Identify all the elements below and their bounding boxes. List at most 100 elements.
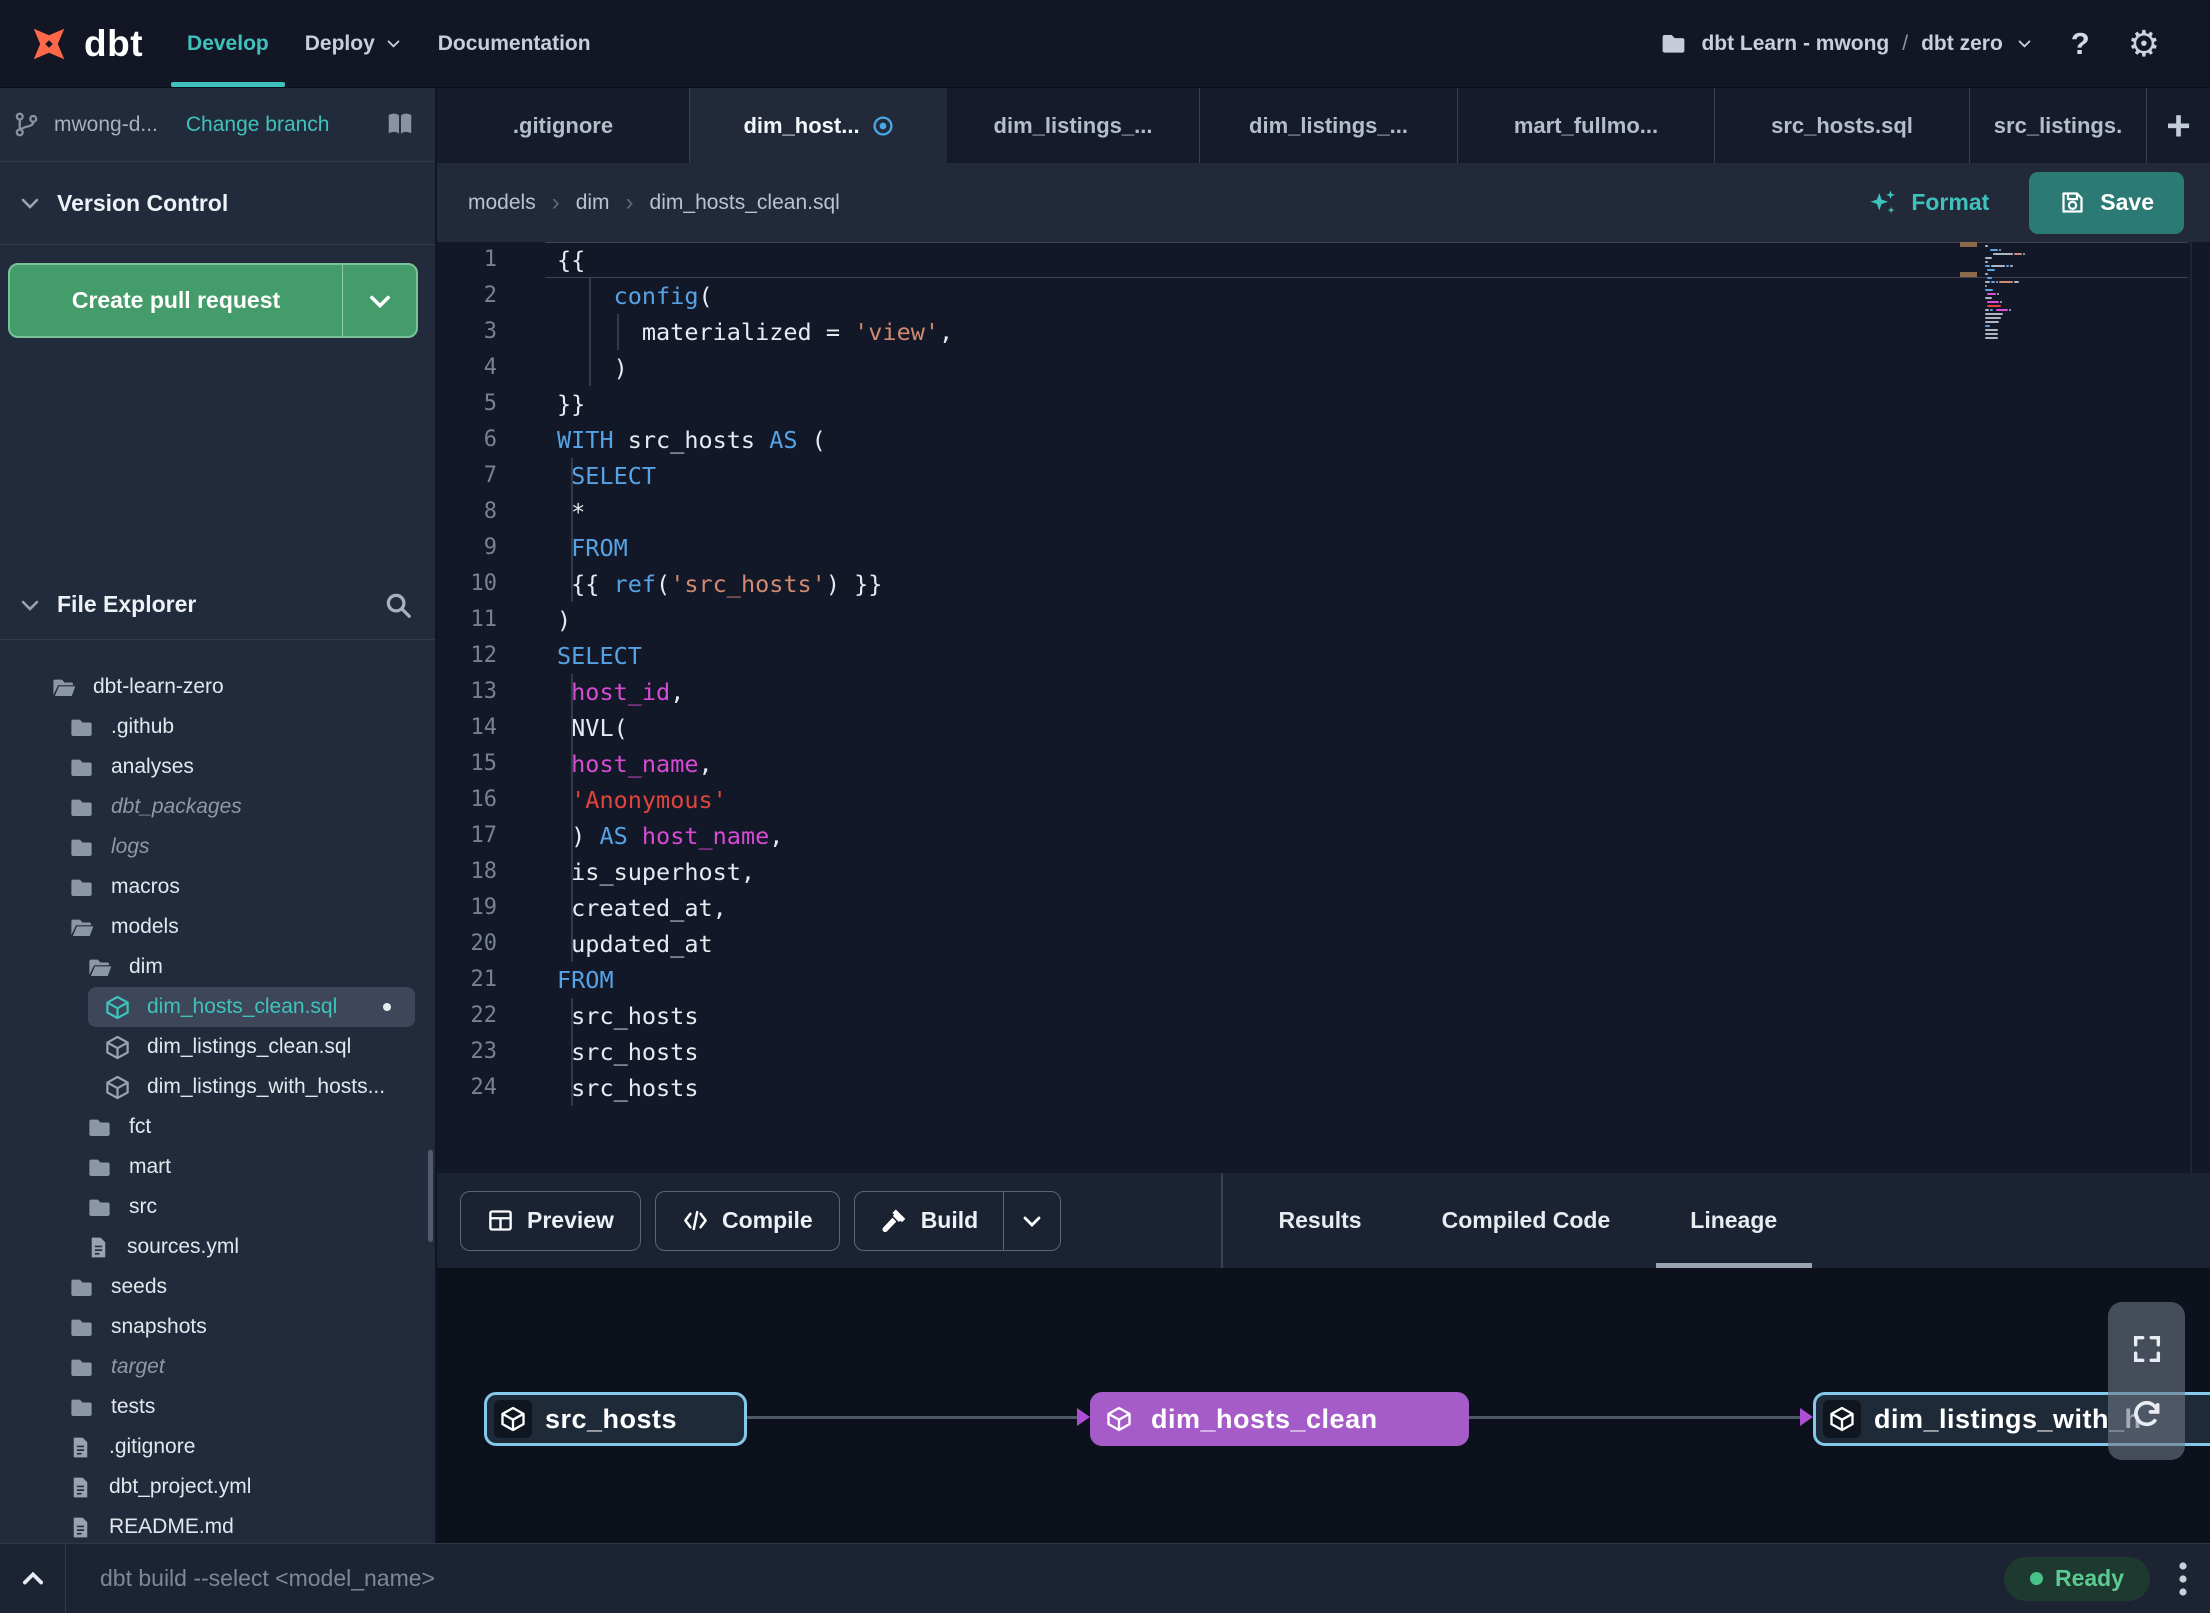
code-editor[interactable]: 1{{2 config(3 materialized = 'view', 4 ) 5… [437, 242, 2210, 1173]
code-line-18[interactable]: 18 is_superhost, [437, 854, 2210, 890]
pull-request-dropdown-toggle[interactable] [342, 265, 416, 336]
create-pull-request-button[interactable]: Create pull request [8, 263, 418, 338]
lineage-canvas[interactable]: src_hosts dim_hosts_clean dim_listings_w… [437, 1268, 2210, 1543]
tab-mart-fullmo[interactable]: mart_fullmo... [1458, 88, 1715, 163]
new-tab-button[interactable]: + [2147, 88, 2210, 163]
file-tree-item-dim-listings-clean-sql[interactable]: dim_listings_clean.sql [0, 1027, 435, 1067]
code-line-20[interactable]: 20 updated_at [437, 926, 2210, 962]
file-tree-item-github[interactable]: .github [0, 707, 435, 747]
sidebar-scrollbar[interactable] [428, 1150, 433, 1242]
file-tree-item-mart[interactable]: mart [0, 1147, 435, 1187]
file-tree-item-analyses[interactable]: analyses [0, 747, 435, 787]
file-tree-item-dbt-packages[interactable]: dbt_packages [0, 787, 435, 827]
change-branch-link[interactable]: Change branch [186, 113, 330, 137]
preview-button[interactable]: Preview [460, 1190, 641, 1251]
editor-scrollbar[interactable] [2190, 242, 2192, 1173]
build-button[interactable]: Build [853, 1190, 1062, 1251]
code-line-13[interactable]: 13 host_id, [437, 674, 2210, 710]
code-line-8[interactable]: 8 * [437, 494, 2210, 530]
code-line-10[interactable]: 10 {{ ref('src_hosts') }} [437, 566, 2210, 602]
line-number: 12 [470, 643, 498, 668]
file-tree-item-snapshots[interactable]: snapshots [0, 1307, 435, 1347]
file-tree-item-dbt-project-yml[interactable]: dbt_project.yml [0, 1467, 435, 1507]
tab-dim-listings[interactable]: dim_listings_... [1200, 88, 1458, 163]
code-line-2[interactable]: 2 config( [437, 278, 2210, 314]
panel-tab-results[interactable]: Results [1279, 1173, 1362, 1268]
code-line-16[interactable]: 16 'Anonymous' [437, 782, 2210, 818]
file-tree-item-logs[interactable]: logs [0, 827, 435, 867]
lineage-node-dim-hosts-clean[interactable]: dim_hosts_clean [1090, 1392, 1469, 1446]
tab-dim-host[interactable]: dim_host... [690, 88, 947, 163]
file-tree-item-sources-yml[interactable]: sources.yml [0, 1227, 435, 1267]
panel-tab-lineage[interactable]: Lineage [1690, 1173, 1777, 1268]
lineage-node-src-hosts[interactable]: src_hosts [484, 1392, 747, 1446]
code-line-4[interactable]: 4 ) [437, 350, 2210, 386]
command-input[interactable]: dbt build --select <model_name> [100, 1565, 435, 1592]
code-line-7[interactable]: 7 SELECT [437, 458, 2210, 494]
panel-tab-compiled-code[interactable]: Compiled Code [1442, 1173, 1611, 1268]
code-text: }} [557, 390, 586, 418]
file-tree-item-models[interactable]: models [0, 907, 435, 947]
file-tree-item-src[interactable]: src [0, 1187, 435, 1227]
code-line-6[interactable]: 6 WITH src_hosts AS ( [437, 422, 2210, 458]
folder-icon [68, 834, 95, 861]
file-tree-item-seeds[interactable]: seeds [0, 1267, 435, 1307]
code-line-9[interactable]: 9 FROM [437, 530, 2210, 566]
file-tree-item-dbt-learn-zero[interactable]: dbt-learn-zero [0, 667, 435, 707]
build-dropdown-toggle[interactable] [1003, 1191, 1060, 1250]
line-number: 2 [483, 283, 497, 308]
project-picker[interactable]: dbt Learn - mwong / dbt zero [1659, 29, 2032, 58]
indent-guide [571, 998, 573, 1106]
code-line-3[interactable]: 3 materialized = 'view', [437, 314, 2210, 350]
format-button[interactable]: Format [1868, 188, 1989, 218]
file-explorer-header[interactable]: File Explorer [0, 570, 435, 640]
refresh-icon[interactable] [2130, 1397, 2164, 1431]
code-line-12[interactable]: 12 SELECT [437, 638, 2210, 674]
kebab-menu-icon[interactable] [2176, 1559, 2190, 1599]
gear-icon[interactable]: ⚙ [2128, 25, 2160, 62]
minimap[interactable] [1985, 244, 2049, 340]
nav-item-documentation[interactable]: Documentation [438, 0, 591, 87]
minimap-change-marker [1960, 272, 1977, 277]
code-line-17[interactable]: 17 ) AS host_name, [437, 818, 2210, 854]
code-line-21[interactable]: 21 FROM [437, 962, 2210, 998]
file-tree-item-fct[interactable]: fct [0, 1107, 435, 1147]
breadcrumb-models[interactable]: models [468, 191, 536, 215]
command-bar-toggle[interactable] [0, 1544, 66, 1613]
code-line-5[interactable]: 5}} [437, 386, 2210, 422]
code-line-15[interactable]: 15 host_name, [437, 746, 2210, 782]
panel-tabs: Results Compiled Code Lineage [1223, 1173, 1778, 1268]
file-tree-item-gitignore[interactable]: .gitignore [0, 1427, 435, 1467]
docs-book-icon[interactable] [385, 112, 415, 138]
tab-dim-listings[interactable]: dim_listings_... [947, 88, 1200, 163]
code-line-23[interactable]: 23 src_hosts [437, 1034, 2210, 1070]
code-line-14[interactable]: 14 NVL( [437, 710, 2210, 746]
search-icon[interactable] [383, 590, 413, 620]
file-tree-item-tests[interactable]: tests [0, 1387, 435, 1427]
code-line-22[interactable]: 22 src_hosts [437, 998, 2210, 1034]
file-tree-item-dim[interactable]: dim [0, 947, 435, 987]
file-tree-item-macros[interactable]: macros [0, 867, 435, 907]
breadcrumb-dim[interactable]: dim [576, 191, 610, 215]
tab-gitignore[interactable]: .gitignore [437, 88, 690, 163]
tab-src-listings[interactable]: src_listings. [1970, 88, 2147, 163]
button-label: Compile [721, 1207, 813, 1233]
code-line-19[interactable]: 19 created_at, [437, 890, 2210, 926]
code-line-24[interactable]: 24 src_hosts [437, 1070, 2210, 1106]
lineage-edge [747, 1416, 1079, 1419]
help-icon[interactable]: ? [2071, 26, 2090, 62]
save-button[interactable]: Save [2029, 171, 2184, 234]
file-tree-item-readme-md[interactable]: README.md [0, 1507, 435, 1543]
code-line-11[interactable]: 11) [437, 602, 2210, 638]
compile-button[interactable]: Compile [654, 1190, 840, 1251]
version-control-header[interactable]: Version Control [0, 162, 435, 245]
nav-item-deploy[interactable]: Deploy [305, 0, 402, 87]
tab-src-hosts-sql[interactable]: src_hosts.sql [1715, 88, 1970, 163]
fullscreen-icon[interactable] [2130, 1332, 2164, 1366]
file-tree-item-dim-hosts-clean-sql[interactable]: dim_hosts_clean.sql [88, 987, 415, 1027]
file-tree-item-dim-listings-with-hosts[interactable]: dim_listings_with_hosts... [0, 1067, 435, 1107]
file-tree-item-target[interactable]: target [0, 1347, 435, 1387]
breadcrumb-dim-hosts-clean-sql[interactable]: dim_hosts_clean.sql [650, 191, 840, 215]
dbt-logo[interactable]: dbt [0, 21, 143, 67]
nav-item-develop[interactable]: Develop [171, 0, 285, 87]
